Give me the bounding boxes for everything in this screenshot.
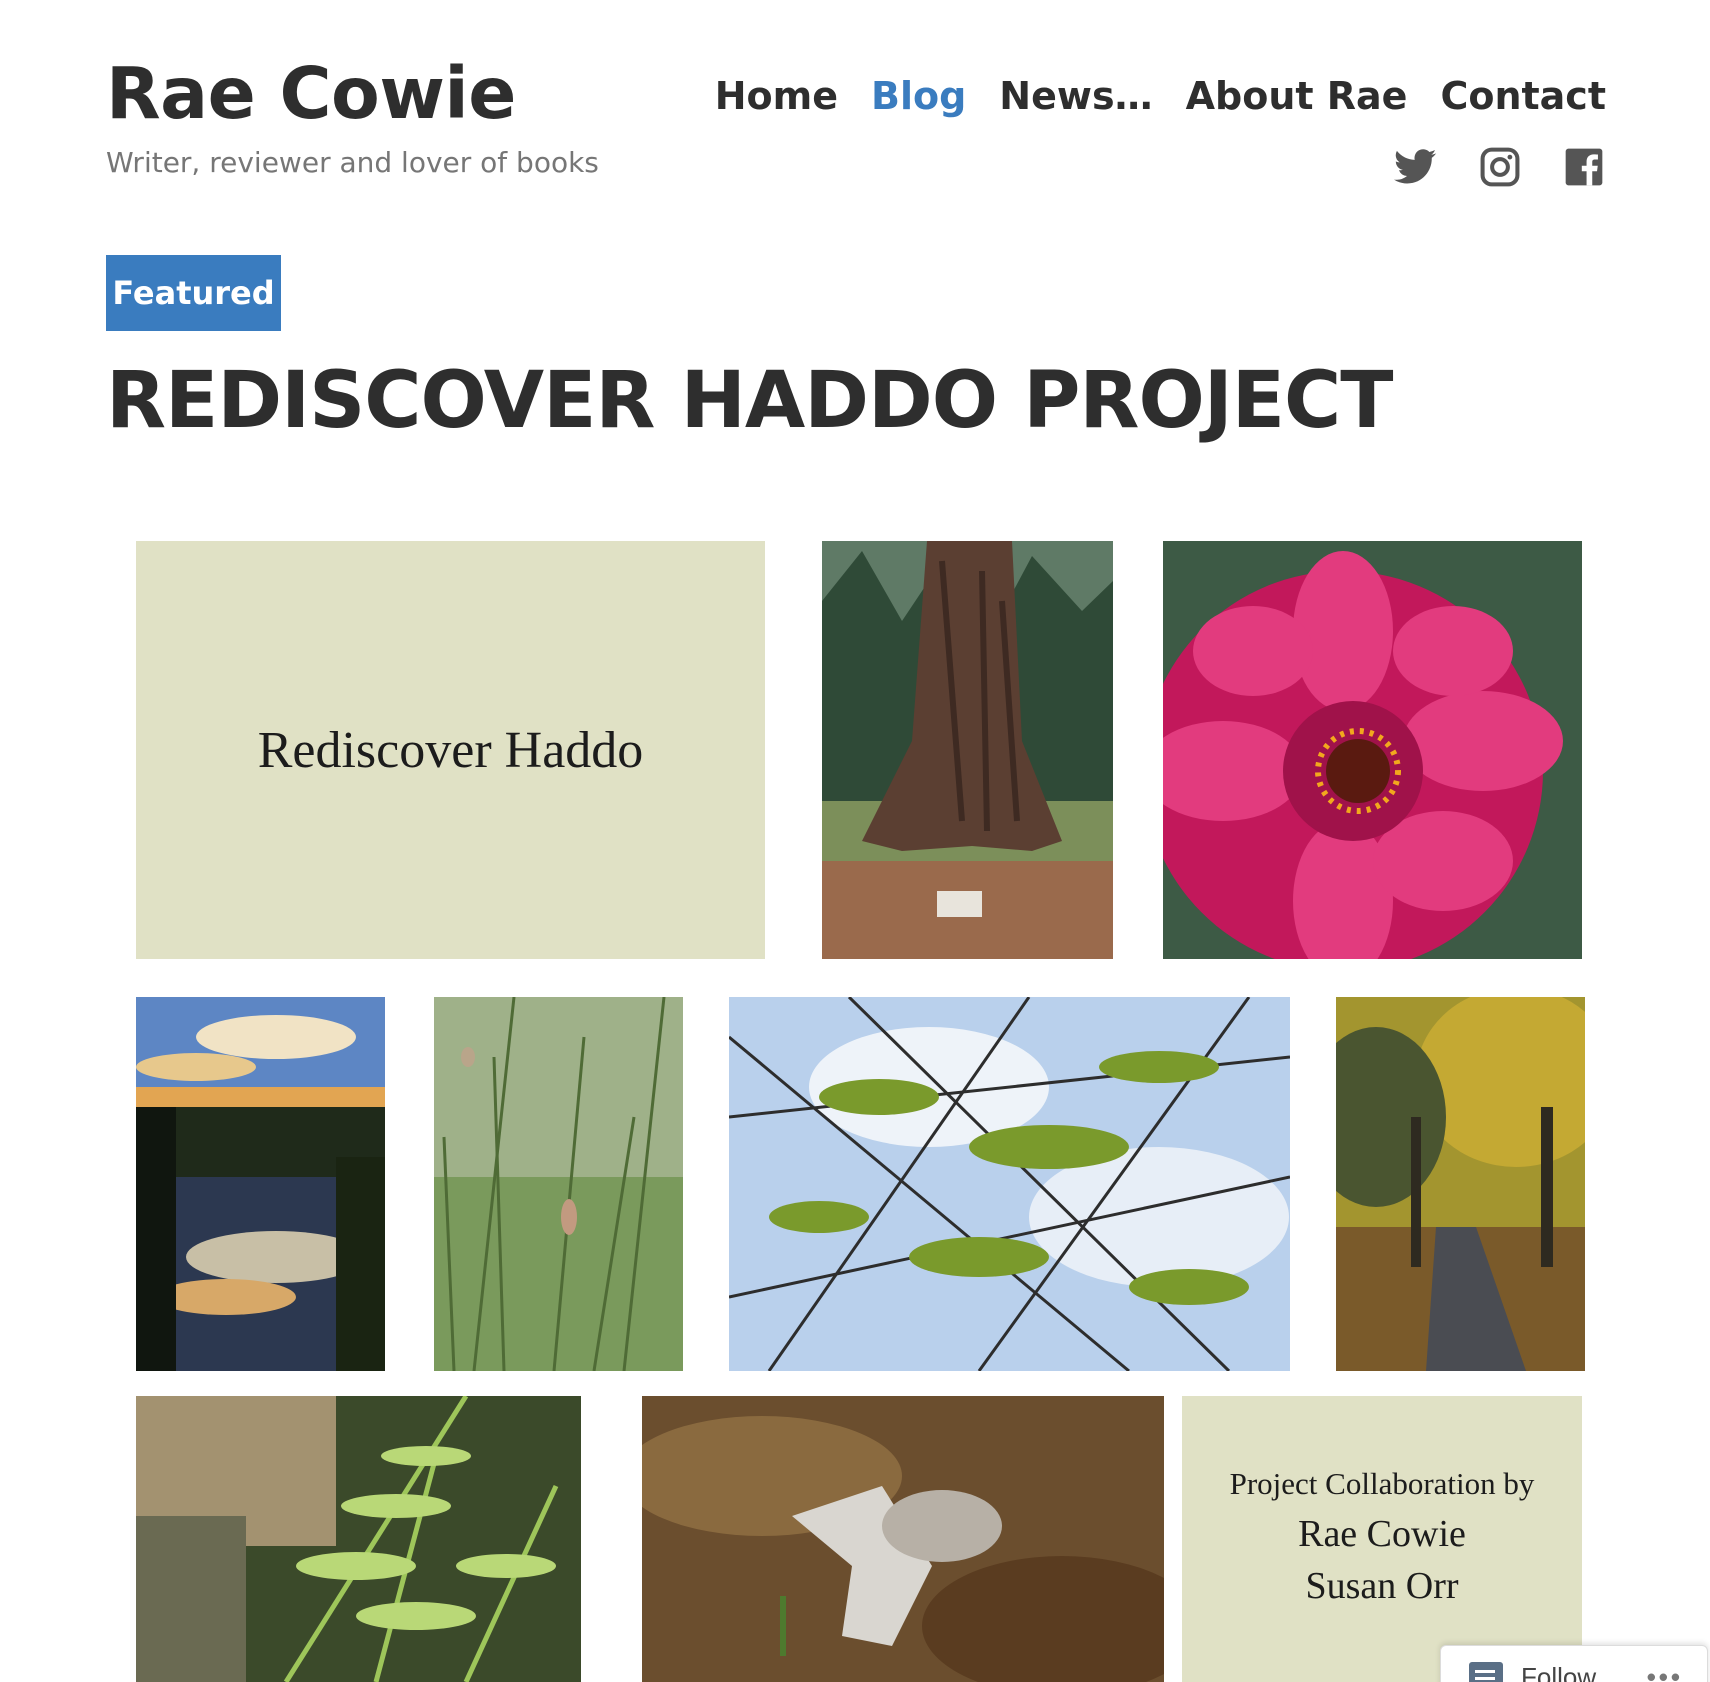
grass-seedhead-photo[interactable] <box>434 997 683 1371</box>
nav-item-contact[interactable]: Contact <box>1440 74 1606 118</box>
nav-item-about[interactable]: About Rae <box>1186 74 1408 118</box>
facebook-icon[interactable] <box>1562 145 1606 189</box>
gallery-title-text: Rediscover Haddo <box>257 721 644 779</box>
mushroom-photo[interactable] <box>642 1396 1164 1682</box>
sequoia-tree-photo[interactable] <box>822 541 1113 959</box>
nav-item-home[interactable]: Home <box>715 74 838 118</box>
lake-sunset-photo[interactable] <box>136 997 385 1371</box>
follow-button[interactable]: Follow ••• <box>1440 1645 1708 1682</box>
bamboo-sky-photo[interactable] <box>729 997 1290 1371</box>
nav-item-blog[interactable]: Blog <box>871 74 966 118</box>
nav-item-news[interactable]: News… <box>999 74 1152 118</box>
instagram-icon[interactable] <box>1478 145 1522 189</box>
collaboration-tile[interactable]: Project Collaboration by Rae Cowie Susan… <box>1182 1396 1582 1682</box>
social-links <box>1394 145 1606 189</box>
pink-dahlia-photo[interactable] <box>1163 541 1582 959</box>
more-options-icon[interactable]: ••• <box>1647 1662 1683 1682</box>
autumn-path-photo[interactable] <box>1336 997 1585 1371</box>
gallery-title-tile[interactable]: Rediscover Haddo <box>136 541 765 959</box>
main-nav: Home Blog News… About Rae Contact <box>715 74 1606 118</box>
twitter-icon[interactable] <box>1394 145 1438 189</box>
site-title[interactable]: Rae Cowie <box>106 52 516 135</box>
collaborator-name: Susan Orr <box>1305 1565 1459 1607</box>
follow-label: Follow <box>1521 1662 1597 1682</box>
reader-icon <box>1469 1662 1503 1682</box>
collaborator-name: Rae Cowie <box>1298 1513 1466 1555</box>
site-tagline: Writer, reviewer and lover of books <box>106 146 599 179</box>
collaboration-label: Project Collaboration by <box>1229 1466 1535 1501</box>
post-title: REDISCOVER HADDO PROJECT <box>106 356 1393 446</box>
featured-badge[interactable]: Featured <box>106 255 281 331</box>
fern-photo[interactable] <box>136 1396 581 1682</box>
